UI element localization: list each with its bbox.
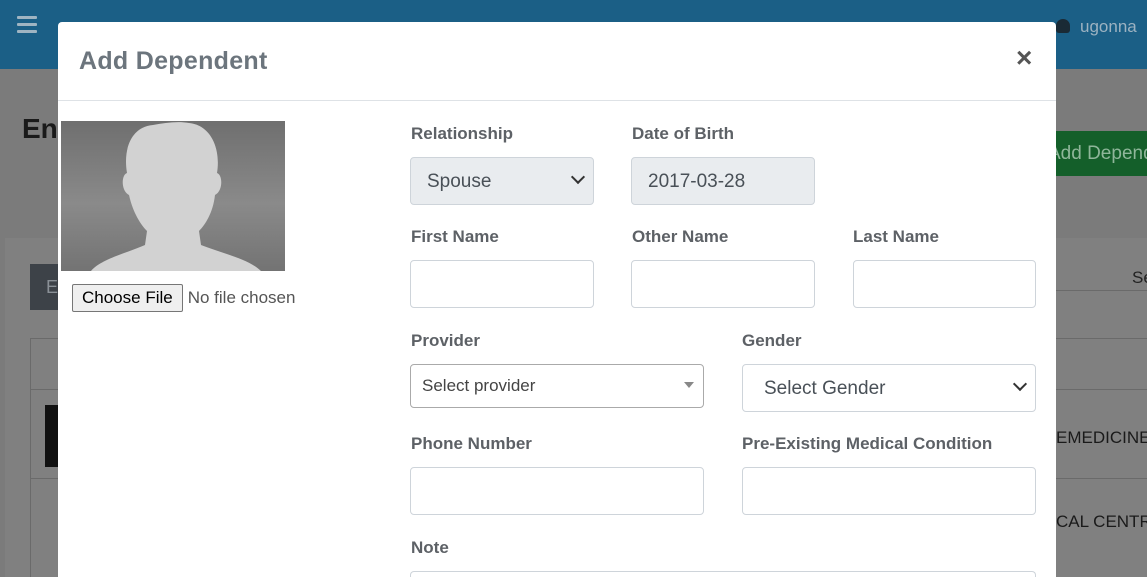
last-name-label: Last Name: [853, 227, 939, 246]
close-icon[interactable]: ×: [1016, 44, 1032, 72]
provider-select[interactable]: Select provider: [410, 364, 704, 408]
note-field[interactable]: [410, 571, 1036, 577]
person-silhouette-icon: [91, 122, 261, 271]
phone-label: Phone Number: [411, 434, 532, 453]
relationship-select[interactable]: Spouse: [410, 157, 594, 205]
dob-label: Date of Birth: [632, 124, 734, 143]
dob-field[interactable]: 2017-03-28: [631, 157, 815, 205]
medical-condition-field[interactable]: [742, 467, 1036, 515]
phone-field[interactable]: [410, 467, 704, 515]
provider-value: Select provider: [422, 376, 536, 395]
other-name-label: Other Name: [632, 227, 729, 246]
table-border: [30, 338, 31, 577]
search-label: Se: [1132, 268, 1147, 287]
modal-header: Add Dependent ×: [58, 22, 1056, 101]
last-name-field[interactable]: [853, 260, 1036, 308]
modal-title: Add Dependent: [79, 47, 268, 75]
chevron-down-icon: [1012, 376, 1028, 392]
gender-select[interactable]: Select Gender: [742, 364, 1036, 412]
file-input[interactable]: Choose File No file chosen: [72, 284, 295, 312]
table-row-thumbnail: [45, 405, 58, 467]
user-icon: [1056, 19, 1070, 33]
add-dependent-button[interactable]: Add Depend: [1040, 131, 1147, 176]
table-row-provider: EMEDICINE: [1056, 428, 1147, 447]
menu-icon[interactable]: [17, 16, 37, 37]
file-status: No file chosen: [187, 288, 296, 307]
note-label: Note: [411, 538, 449, 557]
other-name-field[interactable]: [631, 260, 815, 308]
chevron-down-icon: [570, 169, 586, 185]
dob-value: 2017-03-28: [648, 171, 746, 192]
relationship-value: Spouse: [427, 171, 492, 192]
search-underline: [1056, 290, 1147, 291]
avatar-placeholder: [61, 121, 285, 271]
first-name-label: First Name: [411, 227, 499, 246]
gender-value: Select Gender: [764, 378, 886, 399]
table-row-provider: CAL CENTR: [1056, 512, 1147, 531]
first-name-field[interactable]: [410, 260, 594, 308]
choose-file-button[interactable]: Choose File: [72, 284, 183, 312]
add-dependent-modal: Add Dependent × Choose File No file chose…: [58, 22, 1056, 577]
gender-label: Gender: [742, 331, 802, 350]
page-title: En: [22, 113, 58, 144]
medical-condition-label: Pre-Existing Medical Condition: [742, 434, 993, 453]
user-name: ugonna: [1080, 17, 1137, 36]
provider-label: Provider: [411, 331, 480, 350]
caret-down-icon: [684, 382, 694, 388]
user-menu[interactable]: ugonna: [1056, 17, 1137, 37]
relationship-label: Relationship: [411, 124, 514, 143]
